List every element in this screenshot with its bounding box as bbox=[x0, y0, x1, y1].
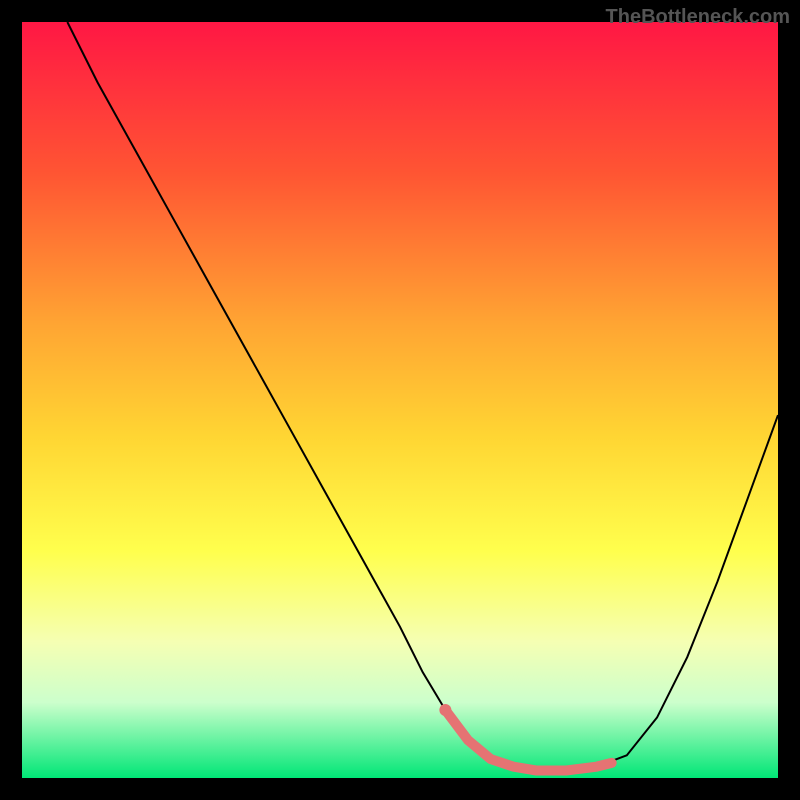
chart-container: TheBottleneck.com bbox=[0, 0, 800, 800]
optimal-point bbox=[439, 704, 451, 716]
plot-area bbox=[22, 22, 778, 778]
watermark-text: TheBottleneck.com bbox=[606, 6, 790, 29]
gradient-background bbox=[22, 22, 778, 778]
chart-svg bbox=[22, 22, 778, 778]
